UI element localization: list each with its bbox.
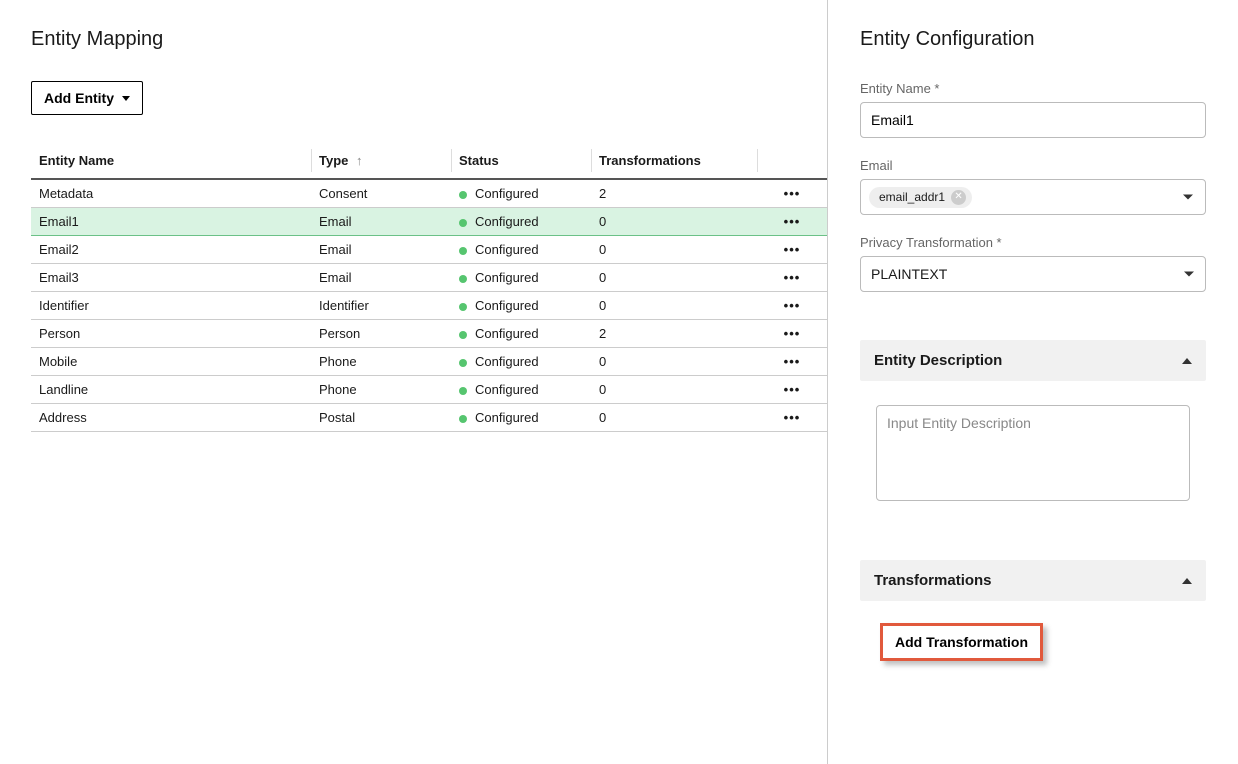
cell-transformations: 0 bbox=[591, 292, 757, 320]
status-dot-icon bbox=[459, 415, 467, 423]
email-select[interactable]: email_addr1 ✕ bbox=[860, 179, 1206, 215]
cell-transformations: 0 bbox=[591, 348, 757, 376]
caret-down-icon bbox=[122, 96, 130, 101]
row-actions-button[interactable]: ••• bbox=[757, 404, 827, 432]
email-label: Email bbox=[860, 158, 1206, 173]
chip-remove-icon[interactable]: ✕ bbox=[951, 190, 966, 205]
cell-status: Configured bbox=[451, 208, 591, 236]
status-dot-icon bbox=[459, 275, 467, 283]
cell-type: Phone bbox=[311, 376, 451, 404]
transformations-section-label: Transformations bbox=[874, 572, 992, 589]
cell-transformations: 2 bbox=[591, 320, 757, 348]
table-row[interactable]: MetadataConsentConfigured2••• bbox=[31, 179, 827, 208]
status-dot-icon bbox=[459, 359, 467, 367]
cell-transformations: 0 bbox=[591, 376, 757, 404]
cell-status: Configured bbox=[451, 236, 591, 264]
cell-transformations: 0 bbox=[591, 208, 757, 236]
cell-status: Configured bbox=[451, 348, 591, 376]
entity-mapping-panel: Entity Mapping Add Entity Entity Name Ty… bbox=[0, 0, 828, 764]
status-dot-icon bbox=[459, 191, 467, 199]
cell-type: Email bbox=[311, 208, 451, 236]
description-section-label: Entity Description bbox=[874, 352, 1002, 369]
cell-transformations: 2 bbox=[591, 179, 757, 208]
cell-type: Phone bbox=[311, 348, 451, 376]
status-dot-icon bbox=[459, 331, 467, 339]
cell-name: Metadata bbox=[31, 179, 311, 208]
col-type[interactable]: Type ↑ bbox=[311, 143, 451, 179]
email-chip-label: email_addr1 bbox=[879, 190, 945, 204]
col-actions bbox=[757, 143, 827, 179]
page-title: Entity Mapping bbox=[31, 28, 827, 51]
entity-description-field[interactable] bbox=[876, 405, 1190, 501]
table-row[interactable]: LandlinePhoneConfigured0••• bbox=[31, 376, 827, 404]
cell-type: Person bbox=[311, 320, 451, 348]
table-row[interactable]: PersonPersonConfigured2••• bbox=[31, 320, 827, 348]
cell-status: Configured bbox=[451, 264, 591, 292]
table-row[interactable]: AddressPostalConfigured0••• bbox=[31, 404, 827, 432]
chevron-up-icon bbox=[1182, 578, 1192, 584]
add-entity-button[interactable]: Add Entity bbox=[31, 81, 143, 115]
entity-name-label: Entity Name bbox=[860, 81, 1206, 96]
cell-name: Email3 bbox=[31, 264, 311, 292]
row-actions-button[interactable]: ••• bbox=[757, 264, 827, 292]
col-transformations[interactable]: Transformations bbox=[591, 143, 757, 179]
cell-transformations: 0 bbox=[591, 404, 757, 432]
cell-type: Email bbox=[311, 264, 451, 292]
chevron-up-icon bbox=[1182, 358, 1192, 364]
table-row[interactable]: MobilePhoneConfigured0••• bbox=[31, 348, 827, 376]
table-row[interactable]: IdentifierIdentifierConfigured0••• bbox=[31, 292, 827, 320]
config-title: Entity Configuration bbox=[860, 28, 1206, 51]
cell-transformations: 0 bbox=[591, 236, 757, 264]
entity-table: Entity Name Type ↑ Status Transformation… bbox=[31, 143, 827, 432]
cell-name: Landline bbox=[31, 376, 311, 404]
status-dot-icon bbox=[459, 387, 467, 395]
row-actions-button[interactable]: ••• bbox=[757, 320, 827, 348]
cell-status: Configured bbox=[451, 292, 591, 320]
caret-down-icon bbox=[1183, 195, 1193, 200]
status-dot-icon bbox=[459, 219, 467, 227]
row-actions-button[interactable]: ••• bbox=[757, 376, 827, 404]
cell-name: Email2 bbox=[31, 236, 311, 264]
sort-ascending-icon: ↑ bbox=[356, 153, 363, 168]
row-actions-button[interactable]: ••• bbox=[757, 208, 827, 236]
cell-name: Address bbox=[31, 404, 311, 432]
cell-type: Postal bbox=[311, 404, 451, 432]
row-actions-button[interactable]: ••• bbox=[757, 179, 827, 208]
cell-type: Consent bbox=[311, 179, 451, 208]
privacy-value: PLAINTEXT bbox=[871, 266, 947, 282]
row-actions-button[interactable]: ••• bbox=[757, 236, 827, 264]
add-entity-label: Add Entity bbox=[44, 90, 114, 106]
entity-configuration-panel: Entity Configuration Entity Name Email e… bbox=[828, 0, 1238, 764]
cell-name: Email1 bbox=[31, 208, 311, 236]
cell-name: Identifier bbox=[31, 292, 311, 320]
row-actions-button[interactable]: ••• bbox=[757, 348, 827, 376]
add-transformation-button[interactable]: Add Transformation bbox=[880, 623, 1043, 661]
col-status[interactable]: Status bbox=[451, 143, 591, 179]
table-row[interactable]: Email1EmailConfigured0••• bbox=[31, 208, 827, 236]
cell-status: Configured bbox=[451, 320, 591, 348]
status-dot-icon bbox=[459, 303, 467, 311]
cell-name: Person bbox=[31, 320, 311, 348]
cell-type: Email bbox=[311, 236, 451, 264]
table-row[interactable]: Email3EmailConfigured0••• bbox=[31, 264, 827, 292]
add-transformation-label: Add Transformation bbox=[895, 634, 1028, 650]
col-entity-name[interactable]: Entity Name bbox=[31, 143, 311, 179]
entity-name-field[interactable] bbox=[860, 102, 1206, 138]
row-actions-button[interactable]: ••• bbox=[757, 292, 827, 320]
status-dot-icon bbox=[459, 247, 467, 255]
cell-name: Mobile bbox=[31, 348, 311, 376]
privacy-select[interactable]: PLAINTEXT bbox=[860, 256, 1206, 292]
cell-type: Identifier bbox=[311, 292, 451, 320]
privacy-label: Privacy Transformation bbox=[860, 235, 1206, 250]
table-row[interactable]: Email2EmailConfigured0••• bbox=[31, 236, 827, 264]
email-chip: email_addr1 ✕ bbox=[869, 187, 972, 208]
cell-status: Configured bbox=[451, 179, 591, 208]
description-section-header[interactable]: Entity Description bbox=[860, 340, 1206, 381]
transformations-section-header[interactable]: Transformations bbox=[860, 560, 1206, 601]
cell-status: Configured bbox=[451, 404, 591, 432]
cell-status: Configured bbox=[451, 376, 591, 404]
cell-transformations: 0 bbox=[591, 264, 757, 292]
